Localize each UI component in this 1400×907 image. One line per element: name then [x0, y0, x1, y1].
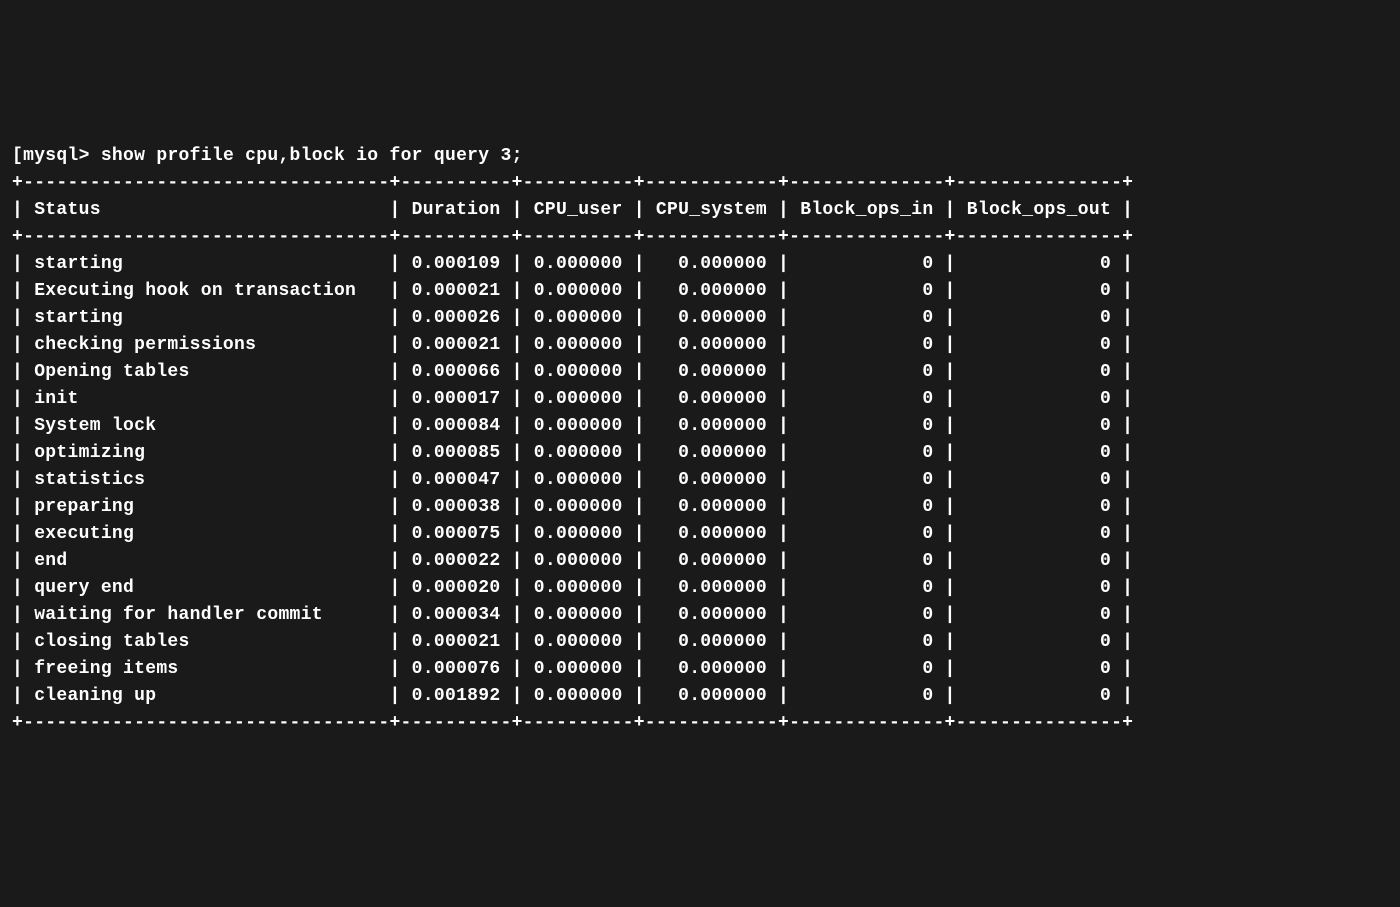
result-table: +---------------------------------+-----… — [12, 170, 1388, 737]
terminal-output: [mysql> show profile cpu,block io for qu… — [12, 116, 1388, 764]
prompt-prefix: [mysql> — [12, 146, 101, 166]
mysql-prompt[interactable]: [mysql> show profile cpu,block io for qu… — [12, 146, 523, 166]
sql-command: show profile cpu,block io for query 3; — [101, 146, 523, 166]
